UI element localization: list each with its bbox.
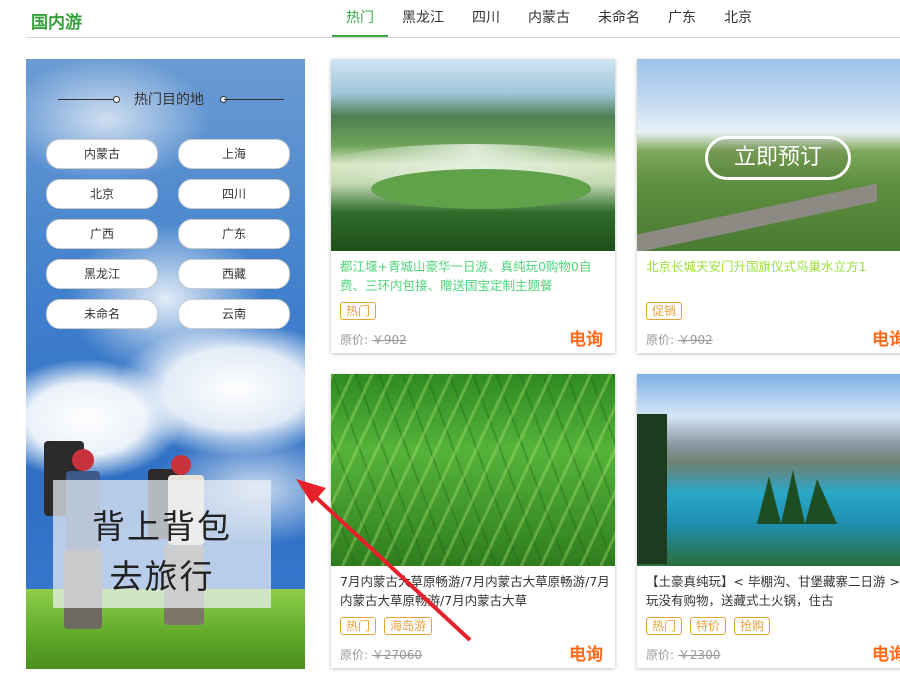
destination-chip-guangdong[interactable]: 广东: [178, 219, 290, 249]
destination-chip-sichuan[interactable]: 四川: [178, 179, 290, 209]
tour-image-dujiangyan[interactable]: [331, 59, 615, 251]
price-inquire[interactable]: 电询: [569, 640, 603, 665]
header: 国内游 热门 黑龙江 四川 内蒙古 未命名 广东 北京: [0, 0, 900, 40]
tab-guangdong[interactable]: 广东: [654, 0, 710, 38]
original-price-value: ￥902: [677, 333, 713, 347]
original-price-label: 原价:: [646, 648, 675, 662]
header-divider: [26, 37, 900, 38]
tag-hot: 热门: [340, 617, 377, 635]
panel-heading: 热门目的地: [58, 87, 284, 111]
tab-beijing[interactable]: 北京: [710, 0, 766, 38]
original-price: 原价: ￥2300: [646, 646, 720, 663]
tag-promo: 促销: [646, 302, 683, 320]
heading-line-right: [224, 99, 284, 100]
tour-card[interactable]: 【土豪真纯玩】< 毕棚沟、甘堡藏寨二日游 > 纯玩没有购物，送藏式土火锅，住古 …: [637, 374, 900, 668]
tag-flash-sale: 抢购: [734, 617, 771, 635]
tour-title[interactable]: 7月内蒙古大草原畅游/7月内蒙古大草原畅游/7月内蒙古大草原畅游/7月内蒙古大草: [340, 572, 612, 610]
tab-bar: 热门 黑龙江 四川 内蒙古 未命名 广东 北京: [332, 0, 766, 40]
tab-heilongjiang[interactable]: 黑龙江: [388, 0, 458, 38]
destination-chip-xizang[interactable]: 西藏: [178, 259, 290, 289]
tag-hot: 热门: [340, 302, 377, 320]
tour-image-lake[interactable]: [637, 374, 900, 566]
tag-list: 热门 特价 抢购: [646, 617, 771, 635]
promo-banner[interactable]: 背上背包 去旅行: [53, 480, 271, 608]
hot-destinations-panel: 热门目的地 内蒙古 上海 北京 四川 广西 广东 黑龙江 西藏 未命名 云南 背…: [26, 59, 305, 669]
original-price-value: ￥2300: [677, 648, 721, 662]
destination-chip-shanghai[interactable]: 上海: [178, 139, 290, 169]
tour-title[interactable]: 北京长城天安门升国旗仪式鸟巢水立方1: [646, 257, 900, 295]
tab-unnamed[interactable]: 未命名: [584, 0, 654, 38]
destination-chip-unnamed[interactable]: 未命名: [46, 299, 158, 329]
book-now-button[interactable]: 立即预订: [705, 136, 851, 180]
brand-title: 国内游: [31, 13, 82, 33]
tour-image-grassland[interactable]: [331, 374, 615, 566]
destination-chip-neimenggu[interactable]: 内蒙古: [46, 139, 158, 169]
tour-card[interactable]: 7月内蒙古大草原畅游/7月内蒙古大草原畅游/7月内蒙古大草原畅游/7月内蒙古大草…: [331, 374, 615, 668]
tour-title[interactable]: 【土豪真纯玩】< 毕棚沟、甘堡藏寨二日游 > 纯玩没有购物，送藏式土火锅，住古: [646, 572, 900, 610]
tour-image-boardwalk[interactable]: 立即预订: [637, 59, 900, 251]
tour-card[interactable]: 立即预订 北京长城天安门升国旗仪式鸟巢水立方1 促销 原价: ￥902 电询: [637, 59, 900, 353]
destination-chip-yunnan[interactable]: 云南: [178, 299, 290, 329]
destination-chip-heilongjiang[interactable]: 黑龙江: [46, 259, 158, 289]
price-inquire[interactable]: 电询: [569, 325, 603, 350]
original-price-label: 原价:: [646, 333, 675, 347]
original-price-label: 原价:: [340, 648, 369, 662]
original-price: 原价: ￥27060: [340, 646, 422, 663]
tab-neimenggu[interactable]: 内蒙古: [514, 0, 584, 38]
tour-title[interactable]: 都江堰+青城山豪华一日游、真纯玩0购物0自费、三环内包接、赠送国宝定制主题餐: [340, 257, 612, 295]
tag-island: 海岛游: [384, 617, 433, 635]
tag-list: 热门 海岛游: [340, 617, 433, 635]
tab-sichuan[interactable]: 四川: [458, 0, 514, 38]
original-price: 原价: ￥902: [340, 331, 407, 348]
original-price-value: ￥902: [371, 333, 407, 347]
tour-card[interactable]: 都江堰+青城山豪华一日游、真纯玩0购物0自费、三环内包接、赠送国宝定制主题餐 热…: [331, 59, 615, 353]
price-inquire[interactable]: 电询: [872, 640, 900, 665]
tab-hot[interactable]: 热门: [332, 0, 388, 38]
tag-hot: 热门: [646, 617, 683, 635]
destination-chip-beijing[interactable]: 北京: [46, 179, 158, 209]
tag-discount: 特价: [690, 617, 727, 635]
destination-chip-guangxi[interactable]: 广西: [46, 219, 158, 249]
promo-line-1: 背上背包: [92, 507, 232, 546]
original-price-label: 原价:: [340, 333, 369, 347]
price-inquire[interactable]: 电询: [872, 325, 900, 350]
promo-line-2: 去旅行: [109, 557, 215, 596]
original-price: 原价: ￥902: [646, 331, 713, 348]
tag-list: 促销: [646, 302, 683, 320]
original-price-value: ￥27060: [371, 648, 423, 662]
tag-list: 热门: [340, 302, 377, 320]
